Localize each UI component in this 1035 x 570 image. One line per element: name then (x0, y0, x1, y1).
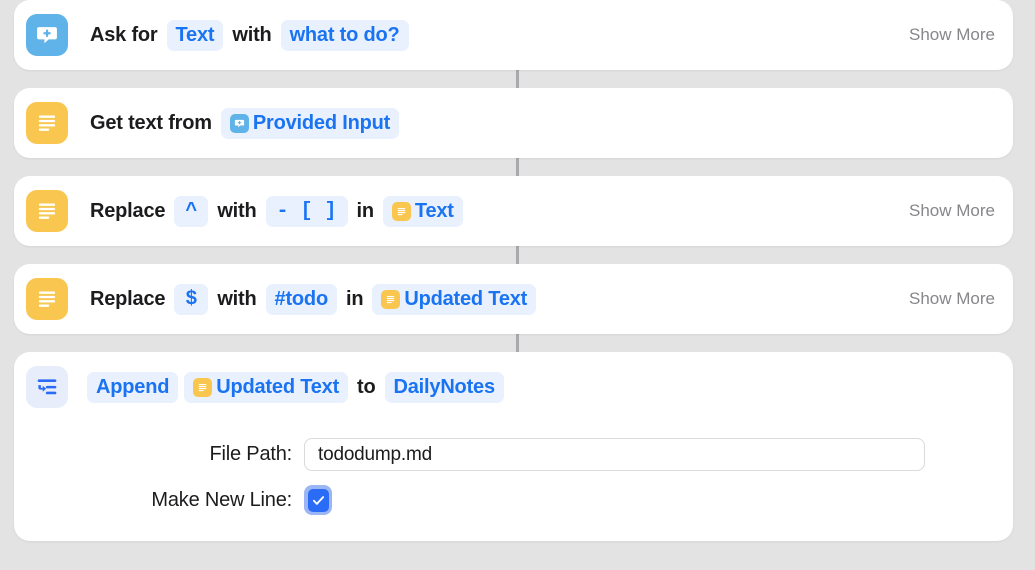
action-card-replace-dollar[interactable]: Replace $ with #todo in Updated Text Show More (14, 264, 1013, 334)
token-[interactable]: $ (174, 283, 209, 315)
connector-line (516, 246, 519, 264)
token-label: Text (175, 23, 215, 46)
token-label: #todo (274, 287, 329, 310)
sentence-word: Ask for (90, 23, 158, 46)
text-lines-icon (381, 289, 401, 309)
text-lines-icon (26, 278, 68, 320)
token-[interactable]: ^ (174, 195, 209, 227)
text-lines-icon (26, 190, 68, 232)
action-header-get-text-from-input[interactable]: Get text from Provided Input (14, 88, 1013, 158)
show-more-button[interactable]: Show More (889, 201, 995, 221)
workflow-canvas: Ask for Text with what to do? Show More Get t… (0, 0, 1035, 570)
show-more-button[interactable]: Show More (889, 25, 995, 45)
ask-for-input-icon (229, 113, 249, 133)
token-text[interactable]: Text (166, 19, 224, 51)
action-card-get-text-from-input[interactable]: Get text from Provided Input (14, 88, 1013, 158)
connector-line (516, 158, 519, 176)
sentence-word: in (345, 287, 364, 310)
action-sentence-get-text-from-input: Get text from Provided Input (84, 107, 402, 139)
sentence-word: with (232, 23, 272, 46)
sentence-word: Replace (90, 199, 166, 222)
make-new-line-checkbox[interactable] (304, 485, 332, 515)
param-row-file-path: File Path: tododump.md (26, 438, 995, 471)
token-label: what to do? (289, 23, 400, 46)
action-header-ask-for-input[interactable]: Ask for Text with what to do? Show More (14, 0, 1013, 70)
action-header-replace-caret[interactable]: Replace ^ with - [ ] in Text Show More (14, 176, 1013, 246)
token-append[interactable]: Append (87, 371, 179, 403)
action-params-append-to-file: File Path: tododump.md Make New Line: (14, 422, 1013, 541)
action-connector (0, 158, 1035, 176)
param-label-file-path: File Path: (209, 443, 293, 465)
text-lines-icon (26, 102, 68, 144)
text-lines-icon (391, 201, 411, 221)
sentence-word: with (217, 199, 257, 222)
token-dailynotes[interactable]: DailyNotes (384, 371, 504, 403)
token-provided-input[interactable]: Provided Input (220, 107, 400, 139)
action-card-ask-for-input[interactable]: Ask for Text with what to do? Show More (14, 0, 1013, 70)
token-label: $ (185, 287, 198, 311)
text-lines-icon (193, 377, 213, 397)
token-label: ^ (185, 199, 198, 223)
action-card-append-to-file[interactable]: Append Updated Text to DailyNotes File Path:… (14, 352, 1013, 541)
sentence-word: with (217, 287, 257, 310)
show-more-button[interactable]: Show More (889, 289, 995, 309)
token-label: Text (414, 199, 454, 222)
sentence-word: Get text from (90, 111, 212, 134)
token-label: - [ ] (276, 199, 337, 223)
token-todo[interactable]: #todo (265, 283, 337, 315)
sentence-word: Replace (90, 287, 166, 310)
token-label: Updated Text (404, 287, 528, 310)
token-updated-text[interactable]: Updated Text (372, 283, 537, 315)
action-header-replace-dollar[interactable]: Replace $ with #todo in Updated Text Show More (14, 264, 1013, 334)
action-connector (0, 70, 1035, 88)
action-sentence-append-to-file: Append Updated Text to DailyNotes (84, 371, 507, 403)
token-label: Updated Text (216, 375, 340, 398)
action-sentence-ask-for-input: Ask for Text with what to do? (84, 19, 412, 51)
token-label: DailyNotes (393, 375, 496, 398)
action-sentence-replace-dollar: Replace $ with #todo in Updated Text (84, 283, 539, 315)
connector-line (516, 334, 519, 352)
connector-line (516, 70, 519, 88)
action-connector (0, 246, 1035, 264)
token-what-to-do[interactable]: what to do? (280, 19, 409, 51)
action-sentence-replace-caret: Replace ^ with - [ ] in Text (84, 195, 466, 227)
action-connector (0, 334, 1035, 352)
token-text[interactable]: Text (382, 195, 463, 227)
token-label: Append (96, 375, 170, 398)
append-icon (26, 366, 68, 408)
param-row-make-new-line: Make New Line: (26, 485, 995, 515)
file-path-input[interactable]: tododump.md (304, 438, 925, 471)
param-label-make-new-line: Make New Line: (151, 488, 292, 511)
sentence-word: in (356, 199, 375, 222)
action-card-replace-caret[interactable]: Replace ^ with - [ ] in Text Show More (14, 176, 1013, 246)
token-label: Provided Input (252, 111, 391, 134)
ask-for-input-icon (26, 14, 68, 56)
token-updated-text[interactable]: Updated Text (184, 371, 349, 403)
checkbox-fill (307, 488, 329, 512)
action-header-append-to-file[interactable]: Append Updated Text to DailyNotes (14, 352, 1013, 422)
token-[interactable]: - [ ] (265, 195, 348, 227)
sentence-word: to (357, 375, 376, 398)
